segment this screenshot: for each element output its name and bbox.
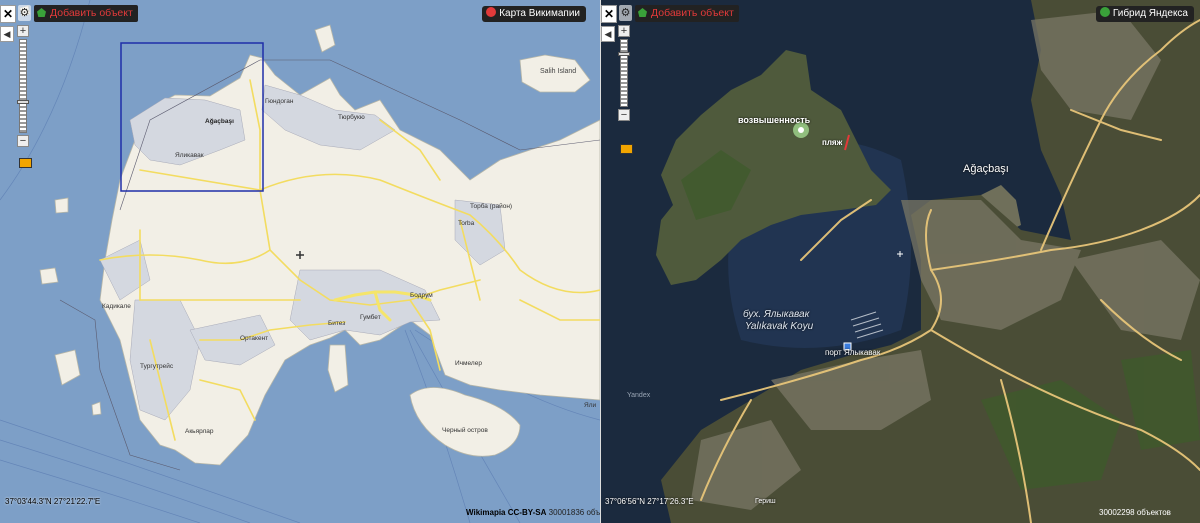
wikimapia-map-pane[interactable]: Salih Island Ağaçbaşı Гюндоган Яликавак … xyxy=(0,0,600,523)
zoom-in-button[interactable]: + xyxy=(618,25,630,37)
layer-switch-label: Гибрид Яндекса xyxy=(1112,8,1188,19)
label-ortakent: Ортакент xyxy=(240,335,269,342)
house-icon xyxy=(37,8,46,17)
zoom-in-button[interactable]: + xyxy=(17,25,29,37)
object-count: 30002298 объектов xyxy=(1099,508,1171,517)
label-town: Гериш xyxy=(755,498,776,505)
label-kadikale: Кадикале xyxy=(102,303,131,310)
label-icmeler: Ичмелер xyxy=(455,360,482,367)
settings-gear-icon[interactable]: ⚙ xyxy=(619,5,632,21)
object-count: 30001836 объектов xyxy=(548,508,600,517)
zoom-slider-thumb[interactable] xyxy=(17,100,29,104)
layer-switch-button[interactable]: Гибрид Яндекса xyxy=(1095,6,1194,22)
label-torba: Torba xyxy=(458,220,475,227)
zoom-slider-thumb[interactable] xyxy=(618,52,630,56)
yandex-hybrid-icon xyxy=(1099,7,1110,17)
legend-toggle-icon[interactable] xyxy=(19,158,32,168)
pan-left-arrow-icon[interactable]: ◀ xyxy=(0,26,14,42)
label-yalikavak: Яликавак xyxy=(175,152,204,159)
label-turgutreis: Тургутрейс xyxy=(140,363,174,370)
satellite-map-pane[interactable]: возвышенность пляж Ağaçbaşı бух. Ялыкава… xyxy=(601,0,1200,523)
zoom-out-button[interactable]: − xyxy=(618,109,630,121)
attribution: 30002298 объектов xyxy=(1099,508,1171,517)
zoom-out-button[interactable]: − xyxy=(17,135,29,147)
add-object-button[interactable]: Добавить объект xyxy=(635,5,739,22)
label-bay-tr: Yalıkavak Koyu xyxy=(745,321,814,332)
label-beach: пляж xyxy=(822,138,843,147)
settings-gear-icon[interactable]: ⚙ xyxy=(18,5,31,21)
scheme-map-canvas[interactable] xyxy=(0,0,600,523)
label-black-island: Черный остров xyxy=(442,427,488,434)
label-gumbet: Гумбет xyxy=(360,314,381,321)
pan-left-arrow-icon[interactable]: ◀ xyxy=(601,26,615,42)
coordinates-readout: 37°03'44.3"N 27°21'22.7"E xyxy=(5,497,101,506)
layer-switch-button[interactable]: Карта Викимапии xyxy=(482,6,586,22)
label-port: порт Ялыкавак xyxy=(825,348,881,357)
attribution: Wikimapia CC-BY-SA 30001836 объектов xyxy=(466,508,600,517)
label-agacbasi-sat: Ağaçbaşı xyxy=(963,163,1009,175)
close-pane-button[interactable]: ✕ xyxy=(0,5,16,23)
label-yandex-watermark: Yandex xyxy=(627,392,651,399)
label-bodrum: Бодрум xyxy=(410,292,433,299)
house-icon xyxy=(638,8,647,17)
label-bitez: Битез xyxy=(328,320,346,327)
add-object-button[interactable]: Добавить объект xyxy=(34,5,138,22)
label-hill: возвышенность xyxy=(738,115,811,125)
label-turkbuku: Тюрбукю xyxy=(338,114,365,121)
label-agacbasi: Ağaçbaşı xyxy=(205,118,234,125)
legend-toggle-icon[interactable] xyxy=(620,144,633,154)
attribution-license[interactable]: Wikimapia CC-BY-SA xyxy=(466,508,546,517)
label-edge: Яли xyxy=(584,402,597,409)
zoom-control[interactable]: + − xyxy=(17,25,29,151)
zoom-control[interactable]: + − xyxy=(618,25,630,151)
close-pane-button[interactable]: ✕ xyxy=(601,5,617,23)
coordinates-readout: 37°06'56"N 27°17'26.3"E xyxy=(605,497,694,506)
layer-switch-label: Карта Викимапии xyxy=(499,8,580,19)
add-object-label: Добавить объект xyxy=(651,7,734,19)
label-akyarlar: Акьярлар xyxy=(185,428,214,435)
zoom-slider-track[interactable] xyxy=(17,39,29,133)
black-island xyxy=(409,387,521,457)
zoom-slider-track[interactable] xyxy=(618,39,630,107)
label-torba-district: Торба (район) xyxy=(470,203,513,210)
label-salih-island: Salih Island xyxy=(540,68,577,75)
label-bay-ru: бух. Ялыкавак xyxy=(743,309,810,320)
satellite-map-canvas[interactable] xyxy=(601,0,1200,523)
label-gyundogan: Гюндоган xyxy=(265,98,294,105)
add-object-label: Добавить объект xyxy=(50,7,133,19)
wikimapia-logo-icon xyxy=(486,7,497,17)
